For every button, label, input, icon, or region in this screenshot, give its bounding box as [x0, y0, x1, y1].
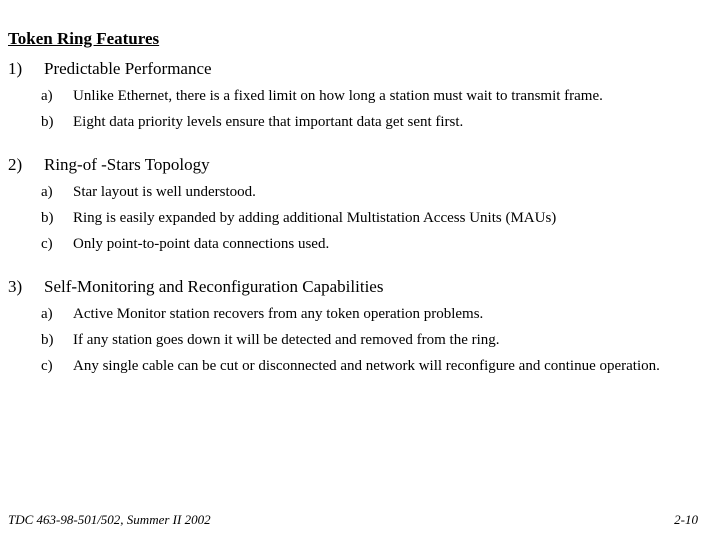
level2-text: Only point-to-point data connections use… [73, 236, 330, 252]
level2-text: Eight data priority levels ensure that i… [73, 114, 464, 130]
outline-level2-item: c) Only point-to-point data connections … [0, 235, 720, 254]
footer-course-label: TDC 463-98-501/502, Summer II 2002 [8, 512, 211, 527]
outline-level2-item: c) Any single cable can be cut or discon… [0, 357, 720, 376]
level2-text: Any single cable can be cut or disconnec… [73, 358, 660, 374]
outline-level2-item: a) Star layout is well understood. [0, 183, 720, 202]
outline-group: 1) Predictable Performance a) Unlike Eth… [0, 58, 720, 132]
level2-marker: c) [41, 358, 53, 374]
outline-group: 2) Ring-of -Stars Topology a) Star layou… [0, 154, 720, 254]
outline-level2-item: b) Eight data priority levels ensure tha… [0, 113, 720, 132]
level2-marker: b) [41, 114, 54, 130]
outline-level1-item: 2) Ring-of -Stars Topology [0, 154, 720, 175]
outline-level2-item: b) If any station goes down it will be d… [0, 331, 720, 350]
outline-sublist: a) Star layout is well understood. b) Ri… [0, 183, 720, 254]
outline-level1-item: 3) Self-Monitoring and Reconfiguration C… [0, 276, 720, 297]
outline-level1-item: 1) Predictable Performance [0, 58, 720, 79]
slide: Token Ring Features 1) Predictable Perfo… [0, 0, 720, 540]
footer-page-number: 2-10 [674, 512, 698, 527]
level1-marker: 2) [8, 155, 23, 174]
level1-heading: Ring-of -Stars Topology [44, 155, 210, 174]
level2-marker: a) [41, 306, 53, 322]
level2-text: Active Monitor station recovers from any… [73, 306, 484, 322]
outline-level2-item: a) Unlike Ethernet, there is a fixed lim… [0, 87, 720, 106]
level2-marker: b) [41, 210, 54, 226]
level2-text: Unlike Ethernet, there is a fixed limit … [73, 88, 603, 104]
level2-marker: a) [41, 184, 53, 200]
level2-marker: b) [41, 332, 54, 348]
outline-group: 3) Self-Monitoring and Reconfiguration C… [0, 276, 720, 376]
slide-footer: TDC 463-98-501/502, Summer II 2002 2-10 [0, 500, 720, 540]
level2-marker: a) [41, 88, 53, 104]
page-title: Token Ring Features [8, 29, 160, 48]
level1-heading: Self-Monitoring and Reconfiguration Capa… [44, 277, 384, 296]
outline-sublist: a) Active Monitor station recovers from … [0, 305, 720, 376]
level2-text: Ring is easily expanded by adding additi… [73, 210, 557, 226]
outline-sublist: a) Unlike Ethernet, there is a fixed lim… [0, 87, 720, 132]
level2-text: If any station goes down it will be dete… [73, 332, 500, 348]
content-outline: 1) Predictable Performance a) Unlike Eth… [0, 58, 720, 383]
level1-marker: 1) [8, 59, 23, 78]
outline-level2-item: b) Ring is easily expanded by adding add… [0, 209, 720, 228]
level2-text: Star layout is well understood. [73, 184, 256, 200]
level1-heading: Predictable Performance [44, 59, 212, 78]
outline-level2-item: a) Active Monitor station recovers from … [0, 305, 720, 324]
level2-marker: c) [41, 236, 53, 252]
level1-marker: 3) [8, 277, 23, 296]
